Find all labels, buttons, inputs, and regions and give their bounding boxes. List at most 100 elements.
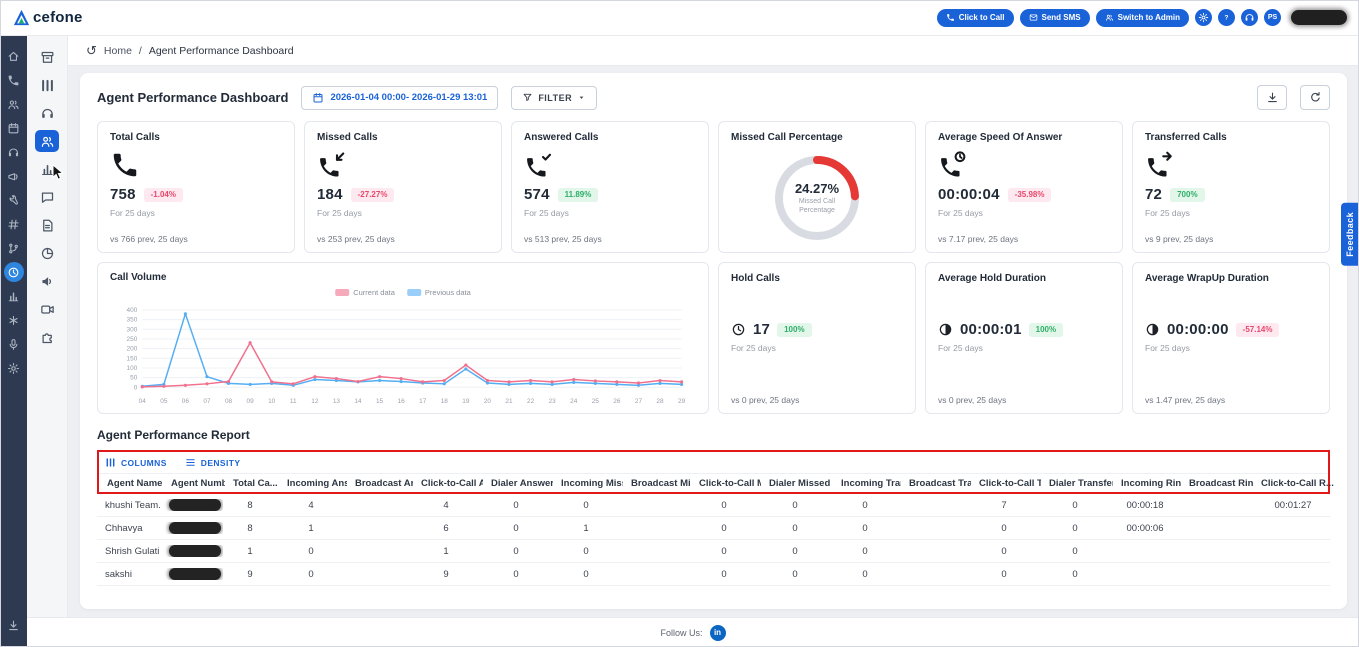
subsidebar-item-analytics[interactable] [35, 242, 59, 264]
svg-text:23: 23 [549, 398, 557, 405]
subsidebar-item-announcements[interactable] [35, 270, 59, 292]
kpi-comparison: vs 513 prev, 25 days [524, 234, 602, 244]
svg-text:16: 16 [398, 398, 406, 405]
column-header[interactable]: Broadcast Ring... [1181, 478, 1253, 489]
sidebar-item-calendar[interactable] [4, 118, 24, 138]
call-volume-card: Call Volume Current data Previous data 05… [97, 262, 709, 414]
linkedin-icon[interactable]: in [709, 624, 726, 641]
column-header[interactable]: Agent Name [99, 478, 163, 489]
column-header[interactable]: Incoming Ring ... [1113, 478, 1181, 489]
sidebar-item-services[interactable] [4, 310, 24, 330]
table-row[interactable]: khushi Team.. 8 4 4 0 0 0 0 0 7 0 00:00:18 00:01:27 [97, 494, 1330, 517]
report-title: Agent Performance Report [97, 428, 250, 442]
column-header[interactable]: Click-to-Call A... [413, 478, 483, 489]
table-cell: 1 [443, 545, 449, 557]
subsidebar-item-agents[interactable] [35, 130, 59, 152]
sidebar-item-download[interactable] [4, 615, 24, 635]
column-header[interactable]: Dialer Missed C... [761, 478, 833, 489]
kpi-card: Missed Calls 184 -27.27% For 25 days vs 253 … [304, 121, 502, 253]
table-row[interactable]: Chhavya 8 1 6 0 1 0 0 0 0 0 00:00:06 [97, 517, 1330, 540]
table-cell: 0 [721, 568, 727, 580]
table-cell: 4 [443, 499, 449, 511]
change-badge: -35.98% [1007, 187, 1052, 202]
subsidebar-item-dashboard[interactable] [35, 74, 59, 96]
table-cell: 9 [443, 568, 449, 580]
acefone-logo[interactable]: cefone [12, 8, 83, 27]
subsidebar-item-calls[interactable] [35, 102, 59, 124]
sidebar-item-home[interactable] [4, 46, 24, 66]
export-button[interactable] [1257, 85, 1287, 110]
kpi-cards-row: Total Calls 758 -1.04% For 25 days vs 766 pr… [97, 121, 1330, 253]
help-icon-button[interactable]: ? [1218, 9, 1235, 26]
send-sms-button[interactable]: Send SMS [1019, 8, 1090, 27]
sidebar-item-tools[interactable] [4, 190, 24, 210]
subsidebar-item-documents[interactable] [35, 214, 59, 236]
breadcrumb-home[interactable]: Home [104, 45, 132, 57]
sidebar-item-call-center[interactable] [4, 142, 24, 162]
column-header[interactable]: Click-to-Call R... [1253, 478, 1337, 489]
density-button[interactable]: DENSITY [185, 457, 241, 468]
click-to-call-button[interactable]: Click to Call [936, 8, 1014, 27]
filter-button[interactable]: FILTER [511, 85, 598, 110]
change-badge: 100% [1028, 322, 1064, 337]
support-agent-icon-button[interactable] [1241, 9, 1258, 26]
table-row[interactable]: Shrish Gulati 1 0 1 0 0 0 0 0 0 0 [97, 540, 1330, 563]
user-avatar[interactable]: PS [1264, 9, 1281, 26]
refresh-button[interactable] [1300, 85, 1330, 110]
svg-text:250: 250 [127, 336, 138, 343]
date-range-picker[interactable]: 2026-01-04 00:00- 2026-01-29 13:01 [301, 85, 499, 110]
change-badge: 11.89% [557, 187, 599, 202]
column-header[interactable]: Click-to-Call Tr... [971, 478, 1041, 489]
sidebar-item-analytics[interactable] [4, 286, 24, 306]
svg-text:350: 350 [127, 317, 138, 324]
breadcrumb: ↺ Home / Agent Performance Dashboard [68, 36, 1359, 66]
column-header[interactable]: Agent Numb... [163, 478, 225, 489]
columns-icon [105, 457, 116, 468]
subsidebar-item-chat[interactable] [35, 186, 59, 208]
phone-icon [946, 13, 955, 22]
sidebar-item-settings[interactable] [4, 358, 24, 378]
table-cell: 1 [583, 522, 589, 534]
sidebar-item-history[interactable] [3, 262, 24, 282]
column-header[interactable]: Total Ca... [225, 478, 279, 489]
column-header[interactable]: Incoming Trans... [833, 478, 901, 489]
subsidebar-item-integrations[interactable] [35, 326, 59, 348]
sidebar-item-campaigns[interactable] [4, 166, 24, 186]
logo-text: cefone [33, 9, 83, 26]
gauge-value: 24.27% [794, 180, 840, 196]
kpi-value: 00:00:01 [960, 321, 1022, 338]
switch-to-admin-button[interactable]: Switch to Admin [1095, 8, 1189, 27]
columns-button[interactable]: COLUMNS [105, 457, 167, 468]
svg-text:19: 19 [462, 398, 470, 405]
table-cell: 0 [721, 522, 727, 534]
column-header[interactable]: Broadcast Ans... [347, 478, 413, 489]
sidebar-item-contacts[interactable] [4, 94, 24, 114]
column-header[interactable]: Incoming Misse... [553, 478, 623, 489]
sidebar-item-calls[interactable] [4, 70, 24, 90]
kpi-title: Total Calls [110, 132, 160, 143]
column-header[interactable]: Dialer Answere... [483, 478, 553, 489]
table-row[interactable]: sakshi 9 0 9 0 0 0 0 0 0 0 [97, 563, 1330, 586]
column-header[interactable]: Broadcast Tran... [901, 478, 971, 489]
subsidebar-item-video[interactable] [35, 298, 59, 320]
gauge-label: Missed Call Percentage [798, 197, 836, 214]
svg-text:24: 24 [570, 398, 578, 405]
column-header[interactable]: Dialer Transferr... [1041, 478, 1113, 489]
settings-icon-button[interactable] [1195, 9, 1212, 26]
subsidebar-item-reports[interactable] [35, 158, 59, 180]
kpi-period: For 25 days [317, 208, 362, 218]
follow-us-label: Follow Us: [660, 627, 703, 638]
sidebar-item-integrations[interactable] [4, 238, 24, 258]
subsidebar-item-inbox[interactable] [35, 46, 59, 68]
column-header[interactable]: Broadcast Miss... [623, 478, 691, 489]
column-header[interactable]: Click-to-Call M... [691, 478, 761, 489]
feedback-tab[interactable]: Feedback [1341, 203, 1359, 266]
sidebar-item-recordings[interactable] [4, 334, 24, 354]
column-header[interactable]: Incoming Answ... [279, 478, 347, 489]
redacted-account-info [1291, 10, 1347, 25]
refresh-icon [1309, 91, 1322, 104]
svg-text:06: 06 [182, 398, 190, 405]
sidebar-item-numbers[interactable] [4, 214, 24, 234]
table-cell: 1 [247, 545, 253, 557]
back-icon[interactable]: ↺ [86, 44, 97, 57]
